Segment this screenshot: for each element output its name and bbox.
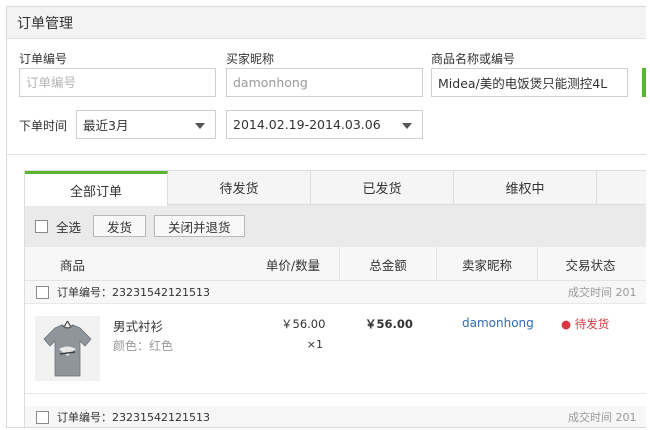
order-time-label: 下单时间: [19, 119, 68, 133]
select-all-label: 全选: [56, 219, 82, 235]
col-status: 交易状态: [537, 247, 643, 281]
col-seller: 卖家昵称: [436, 247, 537, 281]
product-input[interactable]: [431, 68, 628, 97]
close-and-return-button[interactable]: 关闭并退货: [154, 215, 245, 237]
deal-time: 成交时间 201: [568, 411, 637, 424]
total-amount: ￥56.00: [365, 317, 413, 331]
time-range-select[interactable]: 最近3月: [76, 110, 216, 139]
time-range-value: 最近3月: [83, 118, 129, 133]
tab-shipped[interactable]: 已发货: [311, 171, 454, 204]
order-number: 订单编号：23231542121513: [57, 286, 210, 299]
col-total: 总金额: [339, 247, 436, 281]
order-checkbox[interactable]: [36, 285, 49, 299]
order-header-row: 订单编号：23231542121513 成交时间 201: [25, 406, 646, 427]
orders-panel: 全部订单 待发货 已发货 维权中 全选 发货 关闭并退货 商品 单价/数量 总金…: [24, 170, 646, 427]
ship-button[interactable]: 发货: [93, 215, 147, 237]
order-no-label: 订单编号: [19, 52, 68, 66]
tab-in-dispute[interactable]: 维权中: [454, 171, 597, 204]
search-button-edge[interactable]: [642, 68, 646, 97]
quantity: ×1: [306, 338, 323, 351]
tshirt-icon: [35, 316, 100, 381]
buyer-nickname-link[interactable]: damonhong: [462, 316, 534, 330]
status-badge: ● 待发货: [561, 317, 610, 331]
filter-panel: 订单编号 买家昵称 商品名称或编号 下单时间 最近3月 2014.02.19-2…: [7, 39, 646, 155]
order-checkbox[interactable]: [36, 410, 49, 424]
product-thumbnail[interactable]: [35, 316, 100, 381]
product-variant: 颜色：红色: [113, 339, 174, 353]
deal-time: 成交时间 201: [568, 286, 637, 299]
product-name[interactable]: 男式衬衫: [113, 316, 163, 335]
date-range-select[interactable]: 2014.02.19-2014.03.06: [226, 110, 423, 139]
chevron-down-icon: [402, 123, 412, 129]
order-header-row: 订单编号：23231542121513 成交时间 201: [25, 281, 646, 304]
product-label: 商品名称或编号: [431, 52, 516, 66]
table-header: 商品 单价/数量 总金额 卖家昵称 交易状态: [25, 247, 646, 281]
select-all-checkbox[interactable]: [35, 219, 48, 233]
unit-price: ￥56.00: [281, 317, 326, 331]
date-range-value: 2014.02.19-2014.03.06: [233, 117, 381, 132]
order-management-window: 订单管理 订单编号 买家昵称 商品名称或编号 下单时间 最近3月 2014.02…: [6, 6, 646, 428]
col-unit-price-qty: 单价/数量: [265, 257, 321, 273]
chevron-down-icon: [195, 123, 205, 129]
page-title: 订单管理: [7, 7, 646, 39]
order-number: 订单编号：23231542121513: [57, 411, 210, 424]
col-product: 商品: [59, 257, 85, 273]
order-tabs: 全部订单 待发货 已发货 维权中: [25, 171, 646, 206]
batch-toolbar: 全选 发货 关闭并退货: [25, 205, 646, 247]
buyer-input[interactable]: [226, 68, 423, 97]
tab-pending-shipment[interactable]: 待发货: [168, 171, 311, 204]
tab-all-orders[interactable]: 全部订单: [25, 171, 168, 206]
buyer-label: 买家昵称: [226, 52, 275, 66]
order-no-input[interactable]: [19, 68, 216, 97]
order-item-row: 男式衬衫 颜色：红色 ￥56.00 ×1 ￥56.00 damonhong ● …: [25, 304, 646, 394]
